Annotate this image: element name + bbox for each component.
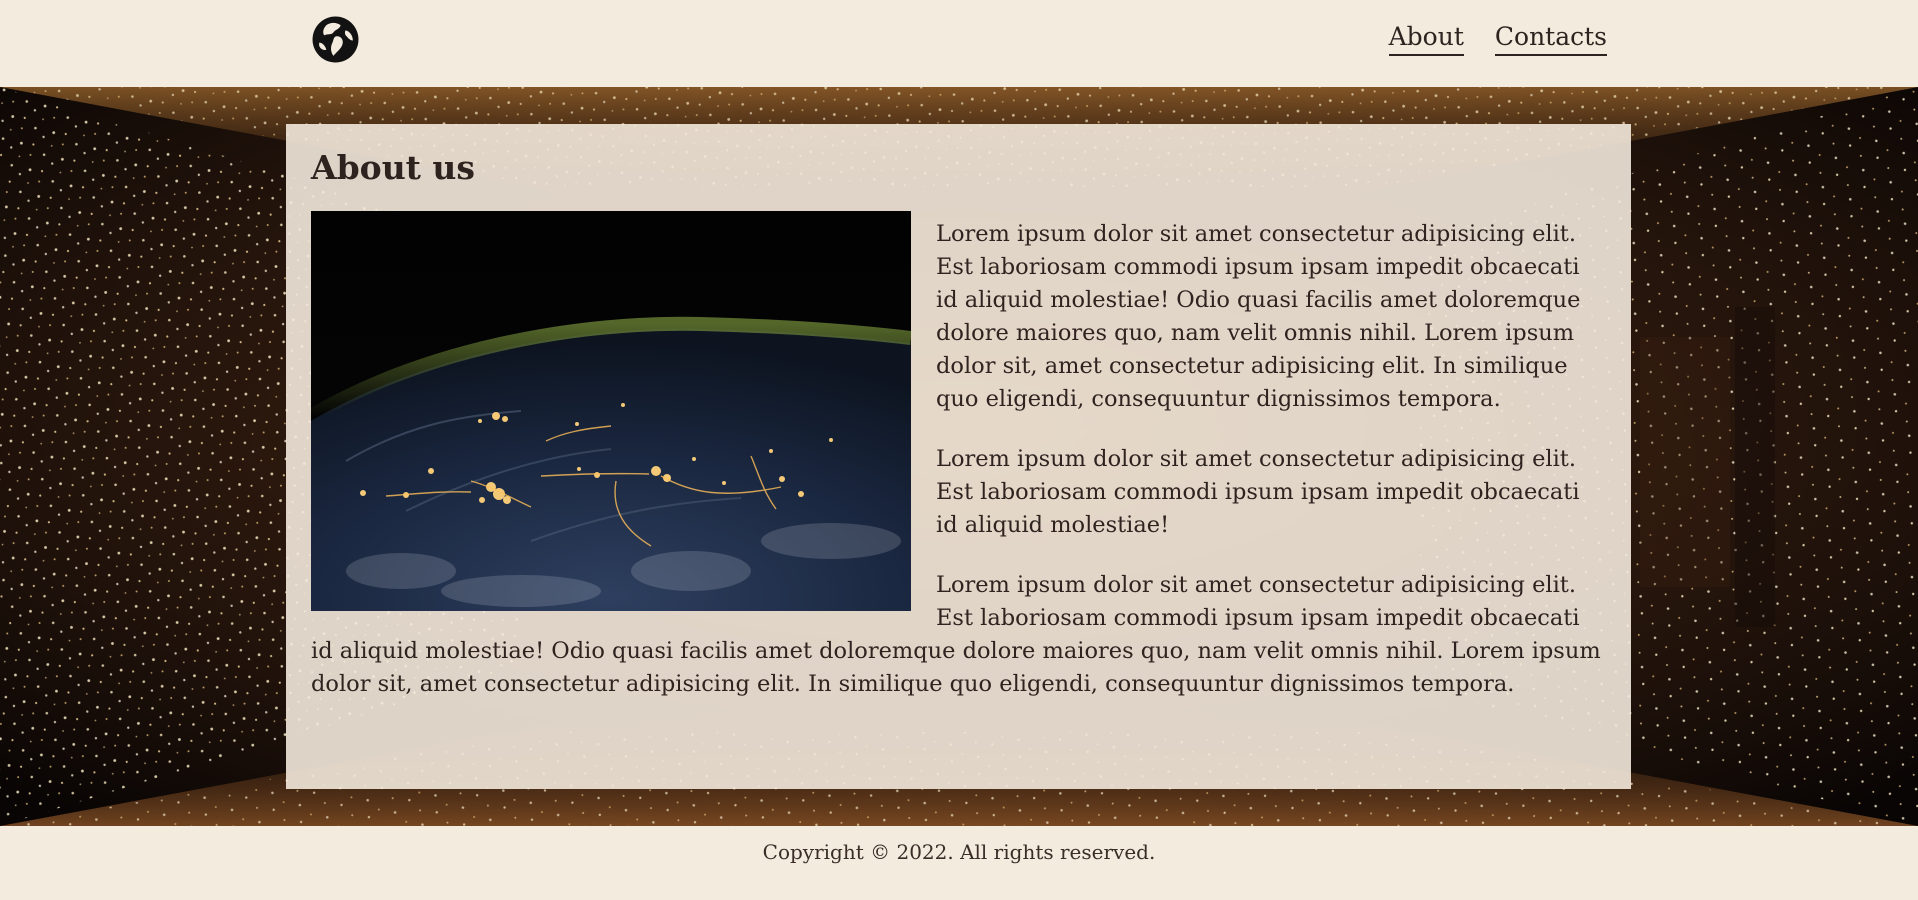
page-title: About us (311, 148, 475, 187)
site-footer: Copyright © 2022. All rights reserved. (0, 826, 1918, 900)
copyright-text: Copyright © 2022. All rights reserved. (762, 840, 1156, 864)
nav-about-link[interactable]: About (1388, 20, 1464, 56)
nav-contacts-link[interactable]: Contacts (1494, 20, 1607, 56)
globe-icon[interactable] (311, 15, 360, 64)
about-card: About us Lorem ipsum dolor sit amet cons… (286, 124, 1631, 789)
site-header: About Contacts (0, 0, 1918, 87)
earth-at-night-image (311, 211, 911, 611)
main-nav: About Contacts (1388, 20, 1607, 56)
